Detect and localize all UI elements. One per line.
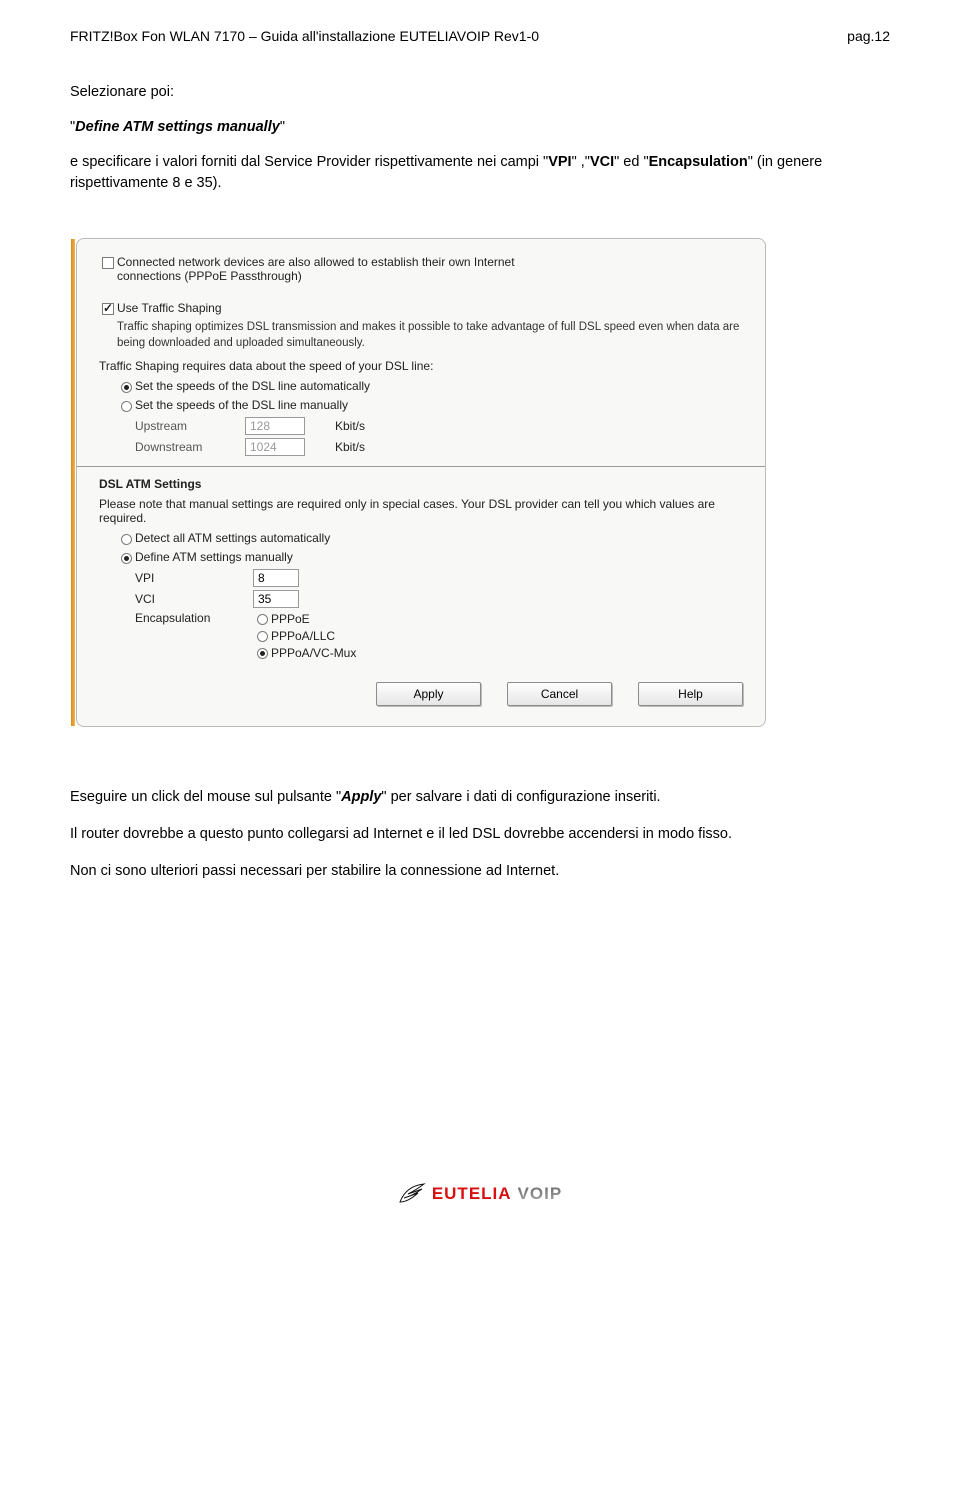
after-text: Eseguire un click del mouse sul pulsante… [70,787,890,882]
encap-pppoe-row[interactable]: PPPoE [253,611,356,626]
atm-desc: Please note that manual settings are req… [99,497,743,525]
downstream-label: Downstream [135,440,245,454]
encapsulation-label: Encapsulation [135,611,253,625]
pppoe-passthrough-label: Connected network devices are also allow… [117,255,743,283]
intro-setting-name: Define ATM settings manually [75,119,280,135]
dsl-speed-auto-radio[interactable] [117,380,135,394]
intro-p3: e specificare i valori forniti dal Servi… [70,152,890,194]
pppoe-passthrough-row[interactable]: Connected network devices are also allow… [99,255,743,283]
atm-manual-radio[interactable] [117,551,135,565]
atm-manual-row[interactable]: Define ATM settings manually [117,550,743,565]
downstream-unit: Kbit/s [335,440,365,454]
upstream-row: Upstream Kbit/s [135,417,743,435]
vci-label: VCI [135,592,253,606]
atm-auto-radio[interactable] [117,532,135,546]
encap-pppoallc-row[interactable]: PPPoA/LLC [253,628,356,643]
dsl-speed-manual-row[interactable]: Set the speeds of the DSL line manually [117,398,743,413]
upstream-input[interactable] [245,417,305,435]
encap-pppoe-label: PPPoE [271,612,310,626]
encap-pppoavc-row[interactable]: PPPoA/VC-Mux [253,645,356,660]
eutelia-wing-icon [398,1182,426,1206]
dsl-speed-auto-label: Set the speeds of the DSL line automatic… [135,379,743,393]
section-divider [77,466,765,467]
traffic-shaping-checkbox[interactable] [99,302,117,316]
dsl-speed-manual-radio[interactable] [117,399,135,413]
intro-p1: Selezionare poi: [70,82,890,103]
dsl-speed-auto-row[interactable]: Set the speeds of the DSL line automatic… [117,379,743,394]
vpi-input[interactable] [253,569,299,587]
header-right: pag.12 [847,28,890,44]
encapsulation-row: Encapsulation PPPoE PPPoA/LLC PPPoA/V [135,611,743,660]
after-p3: Non ci sono ulteriori passi necessari pe… [70,861,890,882]
atm-section-title: DSL ATM Settings [99,477,743,491]
doc-header: FRITZ!Box Fon WLAN 7170 – Guida all'inst… [70,0,890,44]
help-button[interactable]: Help [638,682,743,706]
logo-text-eutelia: EUTELIA [432,1184,512,1204]
apply-button[interactable]: Apply [376,682,481,706]
vpi-row: VPI [135,569,743,587]
traffic-shaping-note: Traffic Shaping requires data about the … [99,359,743,373]
vci-row: VCI [135,590,743,608]
dsl-speed-manual-label: Set the speeds of the DSL line manually [135,398,743,412]
after-p1: Eseguire un click del mouse sul pulsante… [70,787,890,808]
downstream-row: Downstream Kbit/s [135,438,743,456]
after-p2: Il router dovrebbe a questo punto colleg… [70,824,890,845]
atm-auto-row[interactable]: Detect all ATM settings automatically [117,531,743,546]
traffic-shaping-row[interactable]: Use Traffic Shaping [99,301,743,316]
cancel-button[interactable]: Cancel [507,682,612,706]
intro-text: Selezionare poi: "Define ATM settings ma… [70,82,890,194]
button-bar: Apply Cancel Help [99,682,743,706]
atm-auto-label: Detect all ATM settings automatically [135,531,743,545]
settings-panel-screenshot: Connected network devices are also allow… [70,238,890,727]
downstream-input[interactable] [245,438,305,456]
encap-pppoavc-label: PPPoA/VC-Mux [271,646,356,660]
atm-manual-label: Define ATM settings manually [135,550,743,564]
logo-text-voip: VOIP [518,1184,563,1204]
pppoe-passthrough-checkbox[interactable] [99,256,117,270]
intro-p2: "Define ATM settings manually" [70,117,890,138]
encap-pppoavc-radio[interactable] [253,646,271,660]
encap-pppoallc-label: PPPoA/LLC [271,629,335,643]
traffic-shaping-desc: Traffic shaping optimizes DSL transmissi… [117,320,743,351]
encap-pppoe-radio[interactable] [253,612,271,626]
upstream-unit: Kbit/s [335,419,365,433]
upstream-label: Upstream [135,419,245,433]
footer-logo: EUTELIA VOIP [70,1182,890,1211]
traffic-shaping-label: Use Traffic Shaping [117,301,743,315]
vpi-label: VPI [135,571,253,585]
encap-pppoallc-radio[interactable] [253,629,271,643]
header-left: FRITZ!Box Fon WLAN 7170 – Guida all'inst… [70,28,539,44]
vci-input[interactable] [253,590,299,608]
